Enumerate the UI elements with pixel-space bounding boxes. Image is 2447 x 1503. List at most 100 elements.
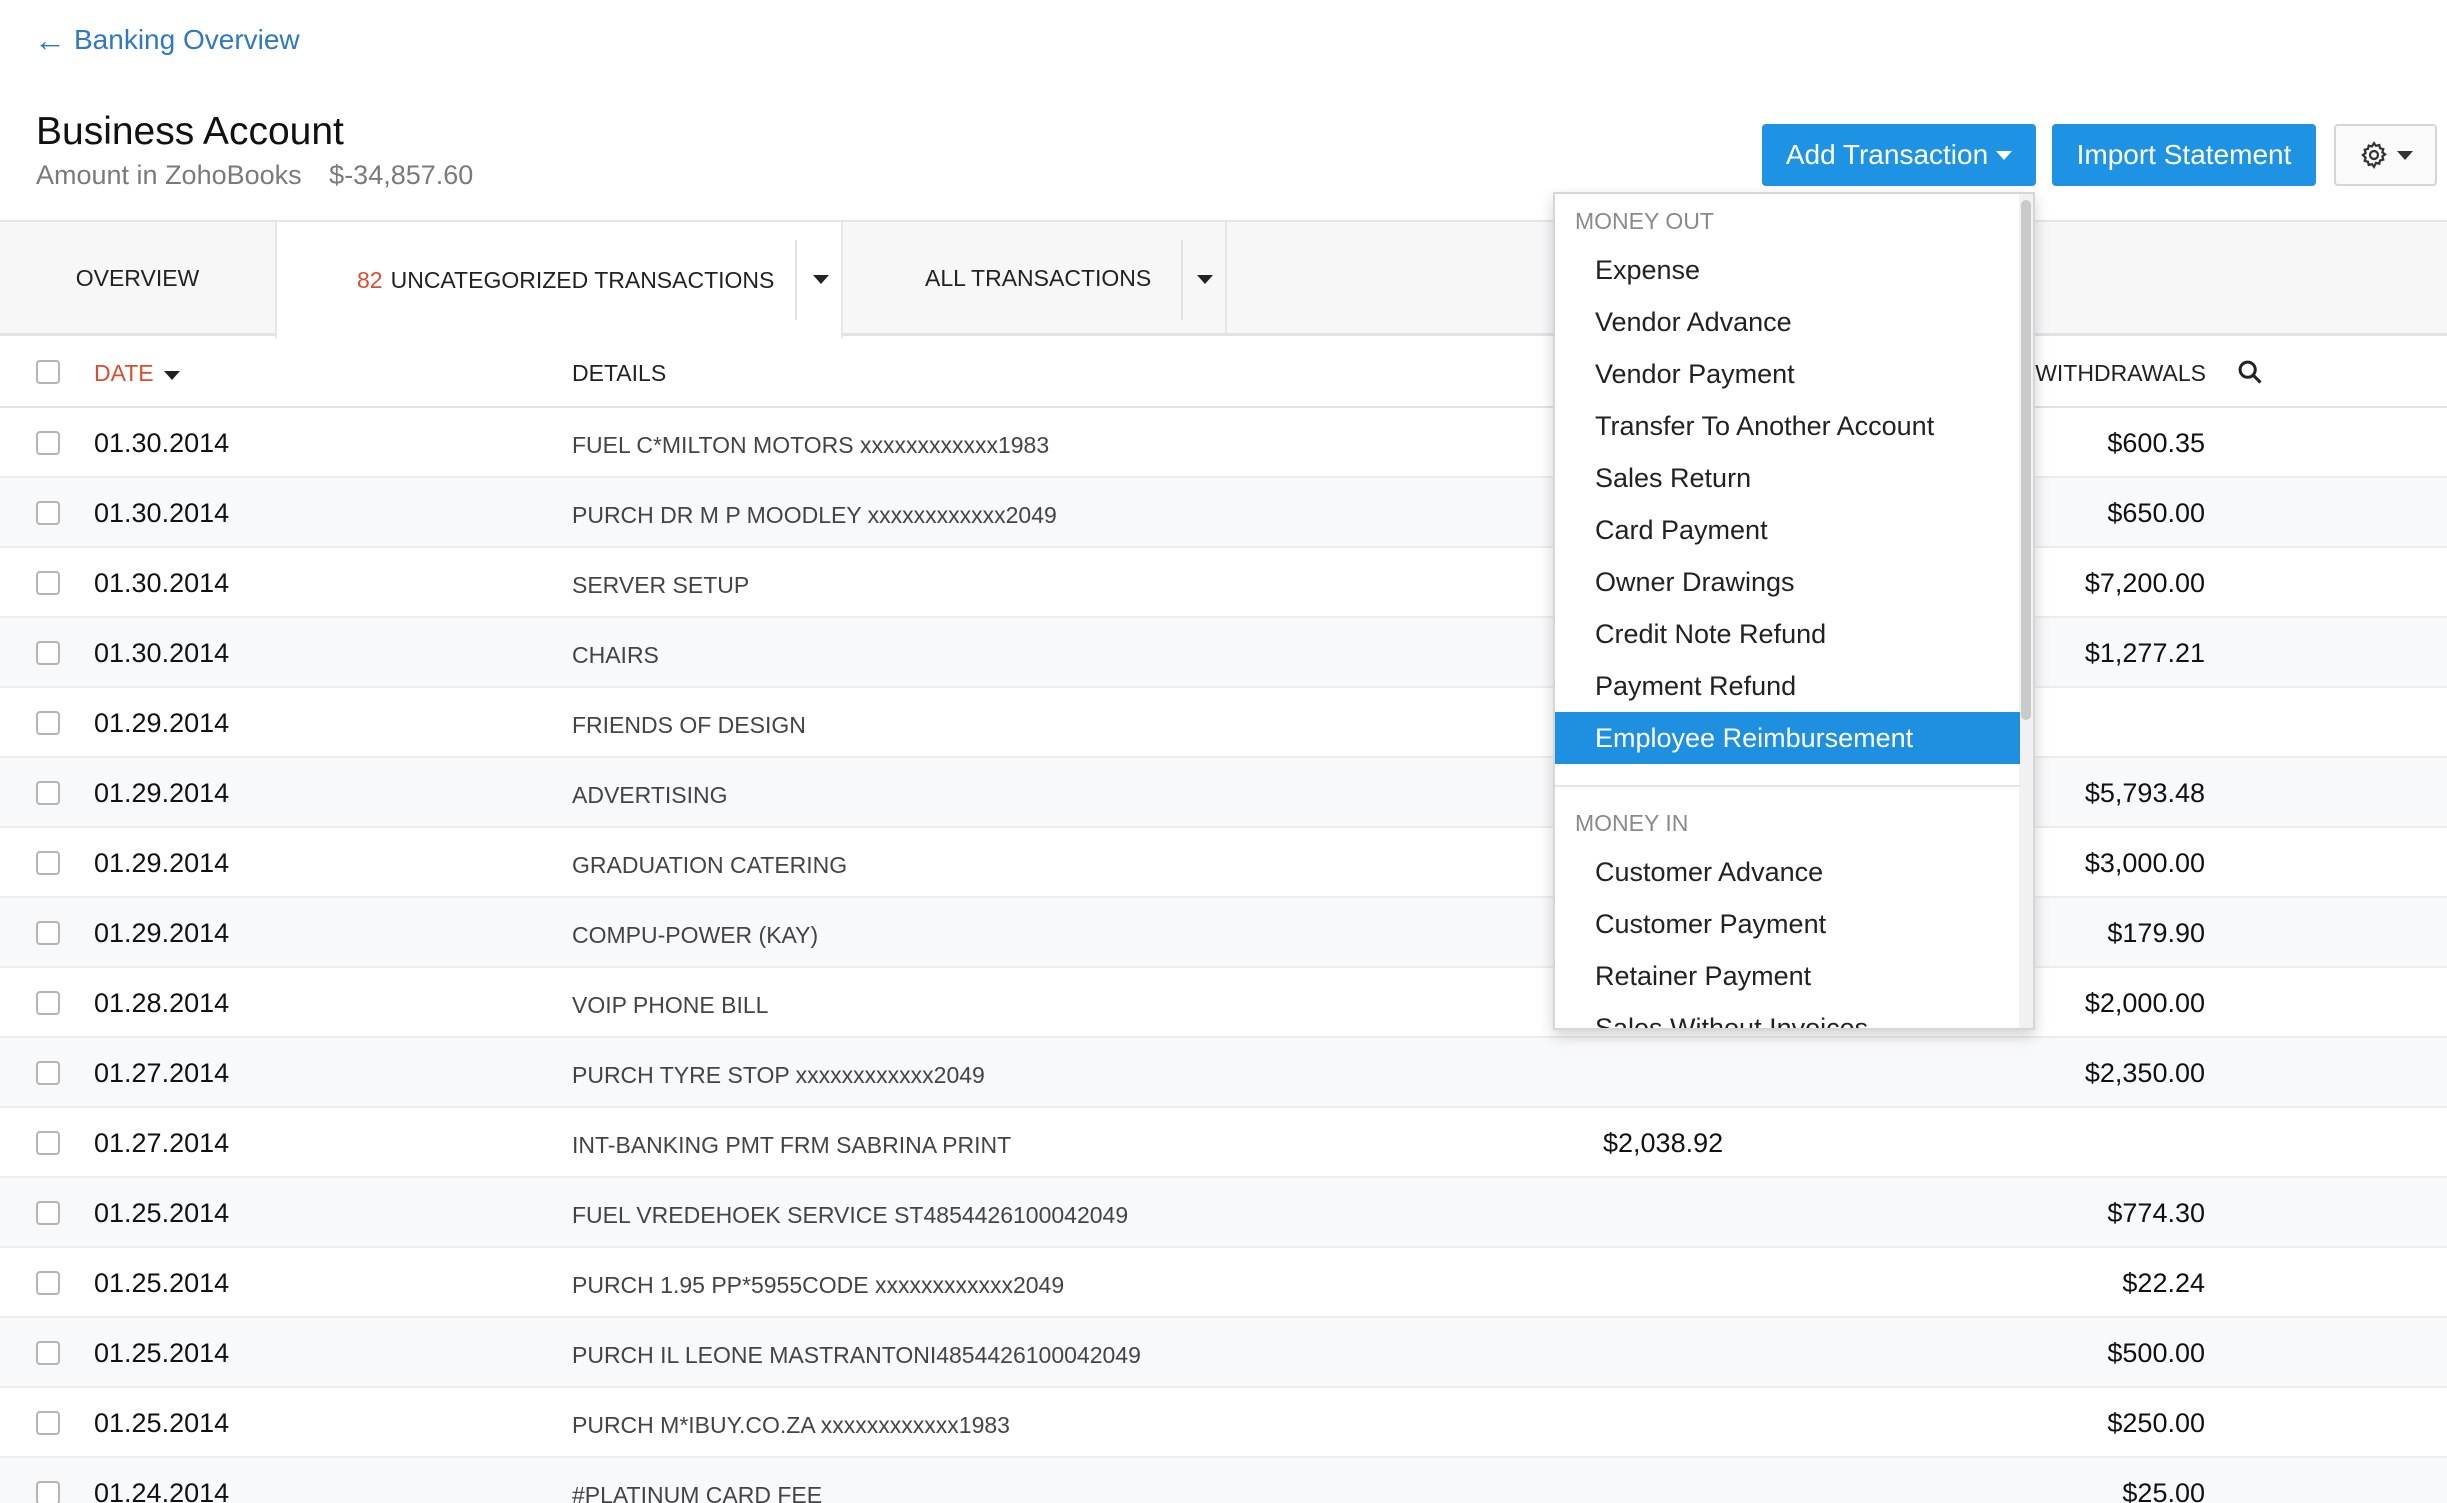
table-row[interactable]: 01.27.2014 INT-BANKING PMT FRM SABRINA PR… bbox=[0, 1108, 2447, 1178]
select-all-checkbox[interactable] bbox=[36, 360, 60, 384]
account-balance: Amount in ZohoBooks $-34,857.60 bbox=[36, 160, 473, 191]
settings-button[interactable] bbox=[2334, 124, 2437, 186]
all-filter-caret-icon[interactable] bbox=[1197, 275, 1213, 284]
menu-item-vendor-payment[interactable]: Vendor Payment bbox=[1555, 348, 2020, 400]
table-row[interactable]: 01.29.2014 ADVERTISING $5,793.48 bbox=[0, 758, 2447, 828]
menu-item-owner-drawings[interactable]: Owner Drawings bbox=[1555, 556, 2020, 608]
menu-item-credit-note-refund[interactable]: Credit Note Refund bbox=[1555, 608, 2020, 660]
uncategorized-count: 82 bbox=[357, 266, 383, 293]
import-statement-button[interactable]: Import Statement bbox=[2052, 124, 2316, 186]
table-row[interactable]: 01.29.2014 COMPU-POWER (KAY) $179.90 bbox=[0, 898, 2447, 968]
row-withdrawal: $1,277.21 bbox=[2084, 638, 2205, 668]
row-details: COMPU-POWER (KAY) bbox=[572, 922, 819, 948]
row-checkbox[interactable] bbox=[36, 1271, 60, 1295]
row-withdrawal: $2,000.00 bbox=[2084, 988, 2205, 1018]
table-row[interactable]: 01.25.2014 PURCH M*IBUY.CO.ZA xxxxxxxxxxx… bbox=[0, 1388, 2447, 1458]
table-row[interactable]: 01.25.2014 PURCH IL LEONE MASTRANTONI4854… bbox=[0, 1318, 2447, 1388]
withdrawals-column-header: WITHDRAWALS bbox=[2035, 360, 2206, 386]
menu-item-sales-return[interactable]: Sales Return bbox=[1555, 452, 2020, 504]
row-withdrawal: $179.90 bbox=[2107, 918, 2205, 948]
tab-overview-label: OVERVIEW bbox=[75, 265, 200, 291]
tab-divider bbox=[795, 240, 797, 320]
row-checkbox[interactable] bbox=[36, 501, 60, 525]
row-details: PURCH IL LEONE MASTRANTONI48544261000420… bbox=[572, 1342, 1141, 1368]
import-statement-label: Import Statement bbox=[2076, 139, 2292, 170]
menu-item-payment-refund[interactable]: Payment Refund bbox=[1555, 660, 2020, 712]
row-withdrawal: $500.00 bbox=[2107, 1338, 2205, 1368]
menu-item-employee-reimbursement[interactable]: Employee Reimbursement bbox=[1555, 712, 2020, 764]
tab-uncategorized-label: UNCATEGORIZED TRANSACTIONS bbox=[390, 266, 775, 293]
row-checkbox[interactable] bbox=[36, 641, 60, 665]
menu-item-vendor-advance[interactable]: Vendor Advance bbox=[1555, 296, 2020, 348]
amount-value: $-34,857.60 bbox=[329, 160, 474, 190]
row-withdrawal: $250.00 bbox=[2107, 1408, 2205, 1438]
row-date: 01.30.2014 bbox=[94, 428, 230, 458]
dropdown-scrollbar[interactable] bbox=[2019, 194, 2033, 1028]
menu-item-customer-payment[interactable]: Customer Payment bbox=[1555, 898, 2020, 950]
row-checkbox[interactable] bbox=[36, 431, 60, 455]
row-withdrawal: $5,793.48 bbox=[2084, 778, 2205, 808]
row-deposit: $2,038.92 bbox=[1603, 1128, 1724, 1158]
row-withdrawal: $3,000.00 bbox=[2084, 848, 2205, 878]
add-transaction-label: Add Transaction bbox=[1785, 139, 1989, 170]
tab-uncategorized[interactable]: 82 UNCATEGORIZED TRANSACTIONS bbox=[275, 222, 843, 338]
table-row[interactable]: 01.25.2014 PURCH 1.95 PP*5955CODE xxxxxxx… bbox=[0, 1248, 2447, 1318]
row-withdrawal: $774.30 bbox=[2107, 1198, 2205, 1228]
dropdown-section-money-out: MONEY OUT bbox=[1575, 208, 1714, 234]
row-checkbox[interactable] bbox=[36, 1201, 60, 1225]
table-row[interactable]: 01.30.2014 SERVER SETUP $7,200.00 bbox=[0, 548, 2447, 618]
table-row[interactable]: 01.30.2014 CHAIRS $1,277.21 bbox=[0, 618, 2447, 688]
tab-all-transactions[interactable]: ALL TRANSACTIONS bbox=[845, 222, 1227, 335]
row-checkbox[interactable] bbox=[36, 1341, 60, 1365]
table-row[interactable]: 01.24.2014 #PLATINUM CARD FEE $25.00 bbox=[0, 1458, 2447, 1503]
row-withdrawal: $22.24 bbox=[2122, 1268, 2205, 1298]
table-row[interactable]: 01.27.2014 PURCH TYRE STOP xxxxxxxxxxxx20… bbox=[0, 1038, 2447, 1108]
table-row[interactable]: 01.29.2014 GRADUATION CATERING $3,000.00 bbox=[0, 828, 2447, 898]
row-withdrawal: $650.00 bbox=[2107, 498, 2205, 528]
menu-item-customer-advance[interactable]: Customer Advance bbox=[1555, 846, 2020, 898]
row-date: 01.30.2014 bbox=[94, 638, 230, 668]
back-arrow-icon: ← bbox=[34, 22, 66, 58]
menu-item-retainer-payment[interactable]: Retainer Payment bbox=[1555, 950, 2020, 1002]
row-checkbox[interactable] bbox=[36, 1061, 60, 1085]
row-checkbox[interactable] bbox=[36, 711, 60, 735]
row-details: PURCH DR M P MOODLEY xxxxxxxxxxxx2049 bbox=[572, 502, 1057, 528]
row-checkbox[interactable] bbox=[36, 1131, 60, 1155]
row-checkbox[interactable] bbox=[36, 851, 60, 875]
table-row[interactable]: 01.25.2014 FUEL VREDEHOEK SERVICE ST48544… bbox=[0, 1178, 2447, 1248]
row-checkbox[interactable] bbox=[36, 1481, 60, 1503]
row-checkbox[interactable] bbox=[36, 921, 60, 945]
row-checkbox[interactable] bbox=[36, 571, 60, 595]
table-row[interactable]: 01.30.2014 PURCH DR M P MOODLEY xxxxxxxxx… bbox=[0, 478, 2447, 548]
tab-overview[interactable]: OVERVIEW bbox=[0, 222, 275, 335]
back-link[interactable]: ← Banking Overview bbox=[34, 24, 300, 56]
row-withdrawal: $7,200.00 bbox=[2084, 568, 2205, 598]
gear-icon bbox=[2360, 141, 2387, 170]
date-column-header[interactable]: DATE bbox=[94, 360, 180, 387]
table-row[interactable]: 01.30.2014 FUEL C*MILTON MOTORS xxxxxxxxx… bbox=[0, 408, 2447, 478]
row-checkbox[interactable] bbox=[36, 1411, 60, 1435]
uncategorized-filter-caret-icon[interactable] bbox=[813, 275, 829, 284]
row-details: INT-BANKING PMT FRM SABRINA PRINT bbox=[572, 1132, 1012, 1158]
row-withdrawal: $600.35 bbox=[2107, 428, 2205, 458]
row-checkbox[interactable] bbox=[36, 991, 60, 1015]
add-transaction-button[interactable]: Add Transaction bbox=[1762, 124, 2036, 186]
row-details: FUEL VREDEHOEK SERVICE ST485442610004204… bbox=[572, 1202, 1129, 1228]
table-row[interactable]: 01.29.2014 FRIENDS OF DESIGN bbox=[0, 688, 2447, 758]
caret-down-icon bbox=[1996, 150, 2013, 160]
table-header: DATE DETAILS WITHDRAWALS bbox=[0, 338, 2447, 408]
table-row[interactable]: 01.28.2014 VOIP PHONE BILL $2,000.00 bbox=[0, 968, 2447, 1038]
row-date: 01.30.2014 bbox=[94, 568, 230, 598]
menu-item-card-payment[interactable]: Card Payment bbox=[1555, 504, 2020, 556]
menu-item-expense[interactable]: Expense bbox=[1555, 244, 2020, 296]
row-checkbox[interactable] bbox=[36, 781, 60, 805]
dropdown-scrollbar-thumb[interactable] bbox=[2021, 200, 2031, 720]
row-date: 01.24.2014 bbox=[94, 1478, 230, 1503]
transactions-table-body: 01.30.2014 FUEL C*MILTON MOTORS xxxxxxxxx… bbox=[0, 408, 2447, 1503]
date-header-label: DATE bbox=[94, 360, 154, 386]
menu-item-sales-without-invoices[interactable]: Sales Without Invoices bbox=[1555, 1002, 2020, 1029]
menu-item-transfer-to-another-account[interactable]: Transfer To Another Account bbox=[1555, 400, 2020, 452]
caret-down-icon bbox=[2396, 150, 2413, 160]
search-icon[interactable] bbox=[2236, 358, 2264, 386]
row-date: 01.29.2014 bbox=[94, 848, 230, 878]
